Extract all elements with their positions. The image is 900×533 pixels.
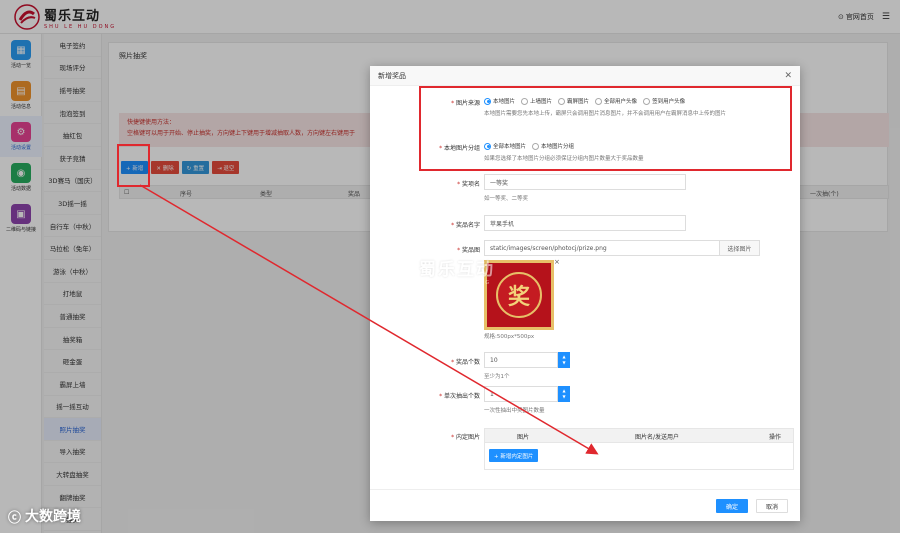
prize-level-hint: 如一等奖、二等奖 — [484, 196, 529, 202]
confirm-button[interactable]: 确定 — [716, 499, 748, 513]
fixed-images-table-header: 图片 图片名/发送用户 操作 — [485, 429, 793, 443]
col-image-name: 图片名/发送用户 — [635, 434, 680, 441]
add-fixed-image-button[interactable]: + 新增内定图片 — [489, 449, 539, 462]
close-icon[interactable]: ✕ — [784, 71, 792, 81]
center-watermark: 蜀乐互动 SHU LE HU DONG — [386, 255, 495, 286]
fixed-images-label: 内定图片 — [455, 434, 480, 441]
highlight-image-source — [419, 86, 792, 171]
prize-count-label: 奖品个数 — [455, 359, 480, 366]
prize-level-input[interactable]: 一等奖 — [484, 174, 686, 190]
watermark-en: SHU LE HU DONG — [419, 280, 492, 286]
prize-name-label: 奖品名字 — [455, 222, 480, 229]
prize-count-stepper[interactable]: ▲ ▼ — [558, 352, 570, 368]
remove-image-icon[interactable]: × — [554, 258, 560, 266]
cancel-button[interactable]: 取消 — [756, 499, 788, 513]
prize-image-path-input[interactable]: static/images/screen/photocj/prize.png — [484, 240, 720, 256]
watermark-logo-icon — [386, 255, 416, 286]
col-actions: 操作 — [769, 434, 782, 441]
dialog-header: 新增奖品 — [370, 66, 800, 86]
prize-image-size-hint: 规格:500px*500px — [484, 334, 535, 340]
corner-watermark-icon: ⓒ — [8, 510, 22, 526]
per-draw-label: 单次抽出个数 — [443, 393, 480, 400]
choose-image-button[interactable]: 选择图片 — [720, 240, 760, 256]
corner-watermark: ⓒ 大数跨境 — [8, 506, 81, 526]
col-image: 图片 — [517, 434, 530, 441]
prize-level-label: 奖项名 — [461, 181, 480, 188]
per-draw-hint: 一次性抽出中奖图片数量 — [484, 408, 545, 414]
fixed-images-table: 图片 图片名/发送用户 操作 + 新增内定图片 — [484, 428, 794, 470]
prize-count-input[interactable]: 10 — [484, 352, 558, 368]
prize-count-hint: 至少为1个 — [484, 374, 510, 380]
prize-image-char: 奖 — [496, 272, 542, 318]
dialog-title: 新增奖品 — [378, 71, 406, 80]
per-draw-stepper[interactable]: ▲ ▼ — [558, 386, 570, 402]
prize-image-label: 奖品图 — [461, 247, 480, 254]
corner-watermark-text: 大数跨境 — [25, 509, 82, 525]
highlight-add-button — [117, 144, 150, 187]
prize-name-input[interactable]: 苹果手机 — [484, 215, 686, 231]
watermark-cn: 蜀乐互动 — [419, 260, 495, 280]
per-draw-input[interactable]: 1 — [484, 386, 558, 402]
dialog-footer: 确定 取消 — [370, 489, 800, 521]
